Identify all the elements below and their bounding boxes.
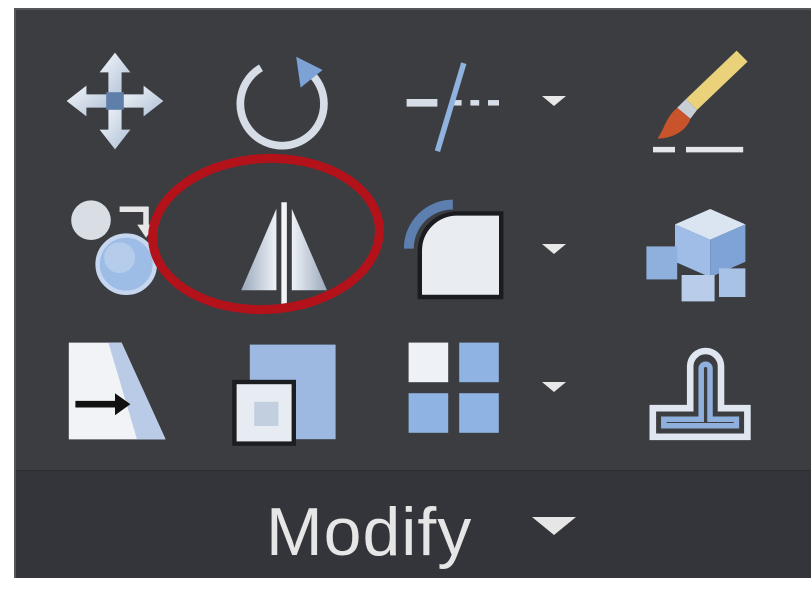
panel-title: Modify xyxy=(266,494,473,570)
offset-tool-button[interactable] xyxy=(644,340,754,450)
trim-dropdown-arrow[interactable] xyxy=(542,96,566,106)
fillet-tool-button[interactable] xyxy=(400,198,510,308)
array-dropdown-arrow[interactable] xyxy=(542,382,566,392)
panel-title-bar[interactable]: Modify xyxy=(16,470,811,578)
modify-panel: Modify xyxy=(14,8,811,578)
copy-icon xyxy=(71,200,157,295)
offset-icon xyxy=(649,347,751,441)
rotate-tool-button[interactable] xyxy=(228,48,338,158)
move-tool-button[interactable] xyxy=(60,46,170,156)
bottom-margin xyxy=(0,578,811,589)
move-icon xyxy=(66,52,164,150)
rotate-icon xyxy=(236,56,328,150)
stretch-tool-button[interactable] xyxy=(60,336,170,446)
fillet-icon xyxy=(403,199,504,300)
array-icon xyxy=(408,342,499,433)
stretch-icon xyxy=(68,342,166,440)
explode-tool-button[interactable] xyxy=(642,198,752,308)
mirror-icon xyxy=(241,202,327,306)
copy-tool-button[interactable] xyxy=(58,196,168,306)
match-properties-tool-button[interactable] xyxy=(642,44,752,154)
scale-icon xyxy=(232,344,336,446)
paintbrush-icon xyxy=(653,50,748,153)
chevron-down-icon[interactable] xyxy=(532,517,576,535)
trim-icon xyxy=(406,62,499,152)
fillet-dropdown-arrow[interactable] xyxy=(542,244,566,254)
scale-tool-button[interactable] xyxy=(230,338,340,448)
array-tool-button[interactable] xyxy=(402,336,512,446)
mirror-tool-button[interactable] xyxy=(228,200,338,310)
explode-icon xyxy=(646,209,746,302)
trim-tool-button[interactable] xyxy=(400,50,510,160)
